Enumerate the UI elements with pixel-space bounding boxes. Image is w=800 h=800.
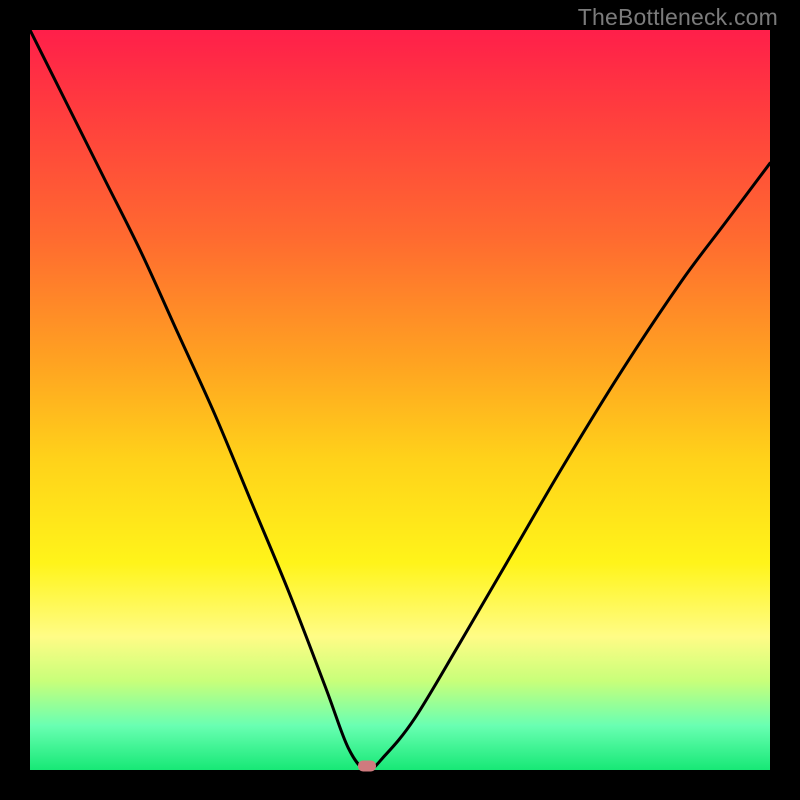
minimum-marker bbox=[358, 761, 376, 772]
plot-area bbox=[30, 30, 770, 770]
chart-frame: TheBottleneck.com bbox=[0, 0, 800, 800]
watermark-text: TheBottleneck.com bbox=[578, 4, 778, 31]
curve-svg bbox=[30, 30, 770, 770]
bottleneck-curve bbox=[30, 30, 770, 770]
